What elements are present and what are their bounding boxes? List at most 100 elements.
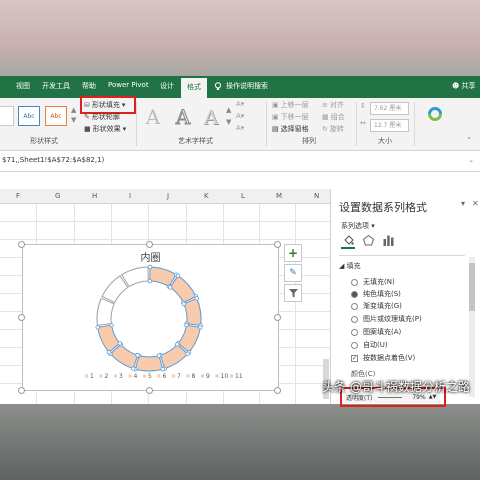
column-header[interactable]: F [16, 192, 20, 200]
donut-segment[interactable] [134, 355, 164, 372]
shape-outline-button[interactable]: ✎ 形状轮廓 [84, 112, 120, 122]
donut-segment[interactable] [183, 297, 202, 326]
pane-options-icon[interactable]: ▾ [461, 199, 465, 208]
vary-colors-checkbox[interactable]: ✓ 按数据点着色(V) [351, 353, 415, 363]
share-button[interactable]: ☻ 共享 [452, 81, 476, 91]
text-effects-icon[interactable]: A▾ [236, 124, 244, 132]
selection-handle[interactable] [160, 366, 165, 372]
resize-handle[interactable] [146, 387, 153, 394]
fill-line-tab[interactable] [341, 233, 355, 249]
donut-segment[interactable] [101, 275, 129, 304]
shape-style-swatch[interactable] [0, 106, 14, 126]
tab-help[interactable]: 帮助 [82, 81, 96, 91]
radio-gradient-fill[interactable]: 渐变填充(G) [351, 301, 402, 311]
donut-segment[interactable] [96, 297, 115, 326]
selection-handle[interactable] [95, 325, 100, 330]
formula-bar[interactable]: $71,,Sheet1!$A$72:$A$82,1) ⌄ [0, 151, 480, 172]
chart-elements-button[interactable]: + [284, 244, 302, 262]
doughnut-chart[interactable]: 内圈 1 2 3 4 5 6 7 8 9 10 11 [22, 244, 279, 391]
radio-picture-fill[interactable]: 图片或纹理填充(P) [351, 314, 422, 324]
selection-handle[interactable] [117, 341, 122, 346]
resize-handle[interactable] [274, 241, 281, 248]
width-input[interactable]: 12.7 厘米 [370, 119, 409, 132]
column-header[interactable]: J [167, 192, 169, 200]
effects-tab[interactable] [361, 233, 375, 247]
legend-label[interactable]: 8 [192, 373, 196, 380]
powerbi-logo[interactable] [425, 104, 445, 124]
column-header[interactable]: K [204, 192, 209, 200]
selection-handle[interactable] [135, 353, 140, 358]
doughnut-plot[interactable]: 1 2 3 4 5 6 7 8 9 10 11 [23, 245, 278, 390]
close-icon[interactable]: ✕ [472, 199, 479, 208]
legend-label[interactable]: 9 [206, 373, 210, 380]
selection-handle[interactable] [106, 350, 112, 355]
shape-style-swatch[interactable]: Abc [45, 106, 67, 126]
column-header[interactable]: G [55, 192, 60, 200]
rotate-button[interactable]: ↻ 旋转 [322, 124, 344, 134]
selection-handle[interactable] [147, 264, 153, 270]
shape-style-swatch[interactable]: Abc [18, 106, 40, 126]
expand-formula-icon[interactable]: ⌄ [468, 156, 474, 164]
resize-handle[interactable] [18, 387, 25, 394]
legend-label[interactable]: 6 [163, 373, 167, 380]
donut-segment[interactable] [169, 275, 197, 304]
bring-forward-button[interactable]: ▣ 上移一层 [272, 100, 309, 110]
radio-automatic[interactable]: 自动(U) [351, 340, 388, 350]
selection-handle[interactable] [184, 322, 189, 328]
group-button[interactable]: ▦ 组合 [322, 112, 345, 122]
legend-label[interactable]: 7 [177, 373, 181, 380]
legend-label[interactable]: 10 [221, 373, 229, 380]
worksheet-grid[interactable]: F G H I J K L M N 内圈 1 2 3 4 5 6 7 8 9 10 11 + ✎ [0, 189, 330, 404]
legend-label[interactable]: 5 [148, 373, 152, 380]
shape-effects-button[interactable]: ■ 形状效果 ▾ [84, 124, 126, 134]
radio-solid-fill[interactable]: 纯色填充(S) [351, 289, 401, 299]
legend-label[interactable]: 1 [90, 373, 94, 380]
legend-label[interactable]: 3 [119, 373, 123, 380]
fill-section-header[interactable]: ◢ 填充 [339, 261, 361, 271]
selection-handle[interactable] [181, 301, 187, 307]
legend-label[interactable]: 11 [235, 373, 243, 380]
selection-handle[interactable] [198, 325, 203, 330]
selection-handle[interactable] [185, 351, 190, 357]
legend-label[interactable]: 4 [134, 373, 138, 380]
style-scroll-up-icon[interactable]: ▲ [71, 106, 76, 114]
tell-me-search[interactable]: 操作说明搜索 [214, 81, 268, 91]
column-header[interactable]: H [92, 192, 97, 200]
series-options-tab[interactable] [381, 233, 395, 247]
series-options-dropdown[interactable]: 系列选项 ▾ [341, 221, 375, 231]
column-header[interactable]: I [129, 192, 131, 200]
chart-styles-button[interactable]: ✎ [284, 264, 302, 282]
selection-handle[interactable] [131, 366, 136, 371]
text-outline-icon[interactable]: A▾ [236, 112, 244, 120]
radio-no-fill[interactable]: 无填充(N) [351, 277, 395, 287]
column-header[interactable]: L [241, 192, 245, 200]
resize-handle[interactable] [274, 387, 281, 394]
wordart-style-plain[interactable]: A [142, 105, 164, 129]
style-scroll-down-icon[interactable]: ▼ [71, 116, 76, 124]
legend-label[interactable]: 2 [105, 373, 109, 380]
radio-pattern-fill[interactable]: 图案填充(A) [351, 327, 401, 337]
chart-filters-button[interactable] [284, 284, 302, 302]
selection-handle[interactable] [167, 285, 173, 290]
height-input[interactable]: 7.62 厘米 [370, 102, 409, 115]
selection-handle[interactable] [194, 296, 199, 301]
tab-format[interactable]: 格式 [181, 78, 207, 98]
collapse-ribbon-icon[interactable]: ⌃ [466, 136, 472, 144]
tab-power-pivot[interactable]: Power Pivot [108, 81, 149, 89]
align-button[interactable]: ≡ 对齐 [322, 100, 344, 110]
wordart-more-icon[interactable]: ▼ [226, 118, 231, 126]
tab-view[interactable]: 视图 [16, 81, 30, 91]
column-header[interactable]: N [314, 192, 319, 200]
tab-developer[interactable]: 开发工具 [42, 81, 70, 91]
scroll-thumb[interactable] [469, 263, 475, 311]
selection-handle[interactable] [156, 353, 162, 358]
resize-handle[interactable] [18, 241, 25, 248]
text-fill-icon[interactable]: A▾ [236, 100, 244, 108]
pane-scrollbar[interactable] [469, 257, 475, 397]
send-backward-button[interactable]: ▣ 下移一层 [272, 112, 309, 122]
selection-handle[interactable] [175, 273, 181, 279]
wordart-style-shadow[interactable]: A [200, 105, 222, 129]
selection-handle[interactable] [175, 342, 180, 347]
resize-handle[interactable] [18, 314, 25, 321]
selection-pane-button[interactable]: ▤ 选择窗格 [272, 124, 309, 134]
